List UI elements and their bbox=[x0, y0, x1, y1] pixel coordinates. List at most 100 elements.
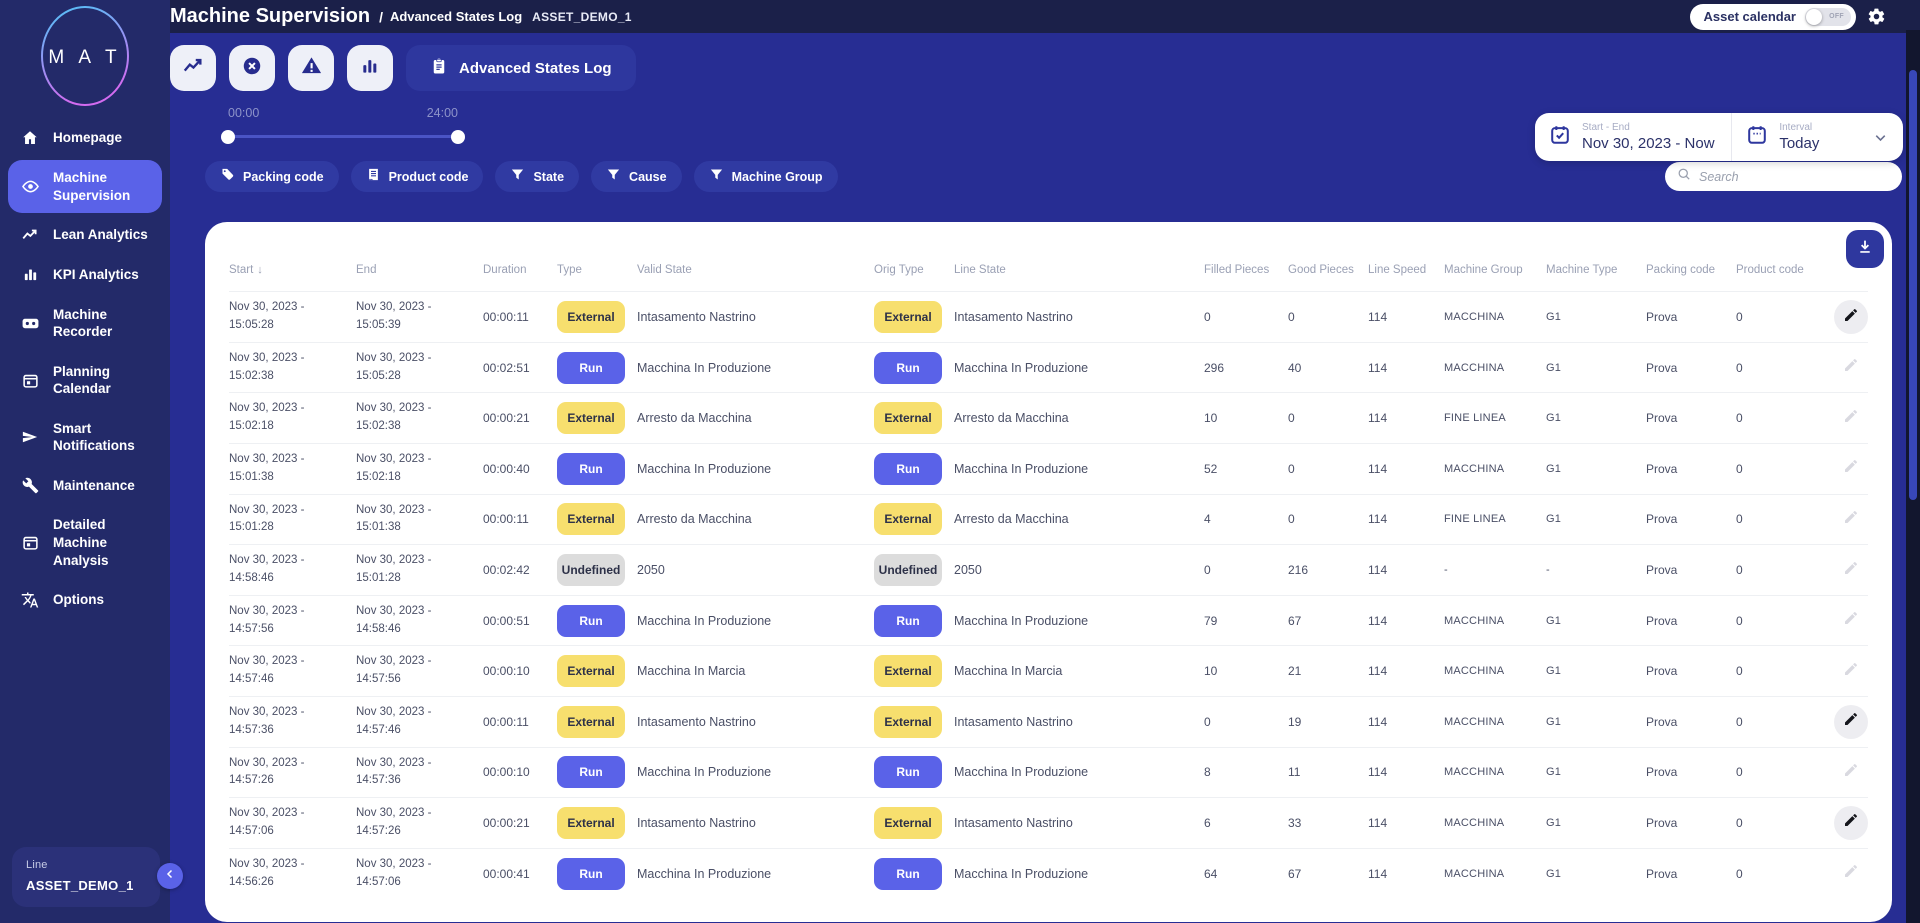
packing-code-cell: Prova bbox=[1646, 613, 1678, 628]
asset-calendar-toggle[interactable]: OFF bbox=[1805, 7, 1851, 26]
column-header-filled-pieces[interactable]: Filled Pieces bbox=[1204, 262, 1288, 279]
sidebar-item-maintenance[interactable]: Maintenance bbox=[8, 468, 162, 504]
orig-type-cell: External bbox=[874, 705, 954, 738]
filter-chip-machine-group[interactable]: Machine Group bbox=[693, 161, 838, 192]
column-header-machine-type[interactable]: Machine Type bbox=[1546, 262, 1646, 279]
home-icon bbox=[20, 129, 40, 147]
table-row[interactable]: Nov 30, 2023 -14:57:36 Nov 30, 2023 -14:… bbox=[229, 696, 1868, 747]
pencil-icon bbox=[1843, 560, 1859, 581]
machine-type-cell: G1 bbox=[1546, 513, 1562, 526]
edit-row-button[interactable] bbox=[1834, 857, 1868, 891]
product-code-cell: 0 bbox=[1736, 714, 1743, 729]
table-row[interactable]: Nov 30, 2023 -14:58:46 Nov 30, 2023 -15:… bbox=[229, 544, 1868, 595]
sidebar-item-detailed-machine-analysis[interactable]: Detailed Machine Analysis bbox=[8, 507, 162, 578]
gear-icon[interactable] bbox=[1867, 7, 1886, 26]
line-asset-value: ASSET_DEMO_1 bbox=[26, 878, 134, 893]
states-log-table-card: Start ↓ End Duration Type Valid State Ori… bbox=[205, 222, 1892, 922]
filled-pieces-cell: 296 bbox=[1204, 360, 1225, 375]
edit-row-button[interactable] bbox=[1834, 654, 1868, 688]
edit-row-button[interactable] bbox=[1834, 553, 1868, 587]
line-chart-view-button[interactable] bbox=[170, 45, 216, 91]
alarms-view-button[interactable] bbox=[288, 45, 334, 91]
sidebar-item-lean-analytics[interactable]: Lean Analytics bbox=[8, 217, 162, 253]
type-cell: External bbox=[557, 503, 637, 536]
sidebar-item-smart-notifications[interactable]: Smart Notifications bbox=[8, 411, 162, 464]
sidebar-item-homepage[interactable]: Homepage bbox=[8, 120, 162, 156]
sidebar-collapse-button[interactable] bbox=[157, 863, 183, 889]
slider-track[interactable] bbox=[221, 129, 465, 144]
column-header-start[interactable]: Start ↓ bbox=[229, 262, 356, 279]
end-cell: Nov 30, 2023 -14:57:46 bbox=[356, 705, 432, 736]
sidebar-item-planning-calendar[interactable]: Planning Calendar bbox=[8, 354, 162, 407]
type-badge: External bbox=[557, 402, 625, 435]
table-row[interactable]: Nov 30, 2023 -14:57:56 Nov 30, 2023 -14:… bbox=[229, 594, 1868, 646]
table-row[interactable]: Nov 30, 2023 -14:57:46 Nov 30, 2023 -14:… bbox=[229, 645, 1868, 696]
slider-handle-end[interactable] bbox=[451, 129, 465, 144]
search-input[interactable] bbox=[1699, 169, 1890, 184]
histogram-view-button[interactable] bbox=[347, 45, 393, 91]
interval-picker[interactable]: Interval Today bbox=[1732, 113, 1903, 161]
stops-view-button[interactable] bbox=[229, 45, 275, 91]
filter-chip-product-code[interactable]: Product code bbox=[350, 161, 484, 192]
orig-type-badge: External bbox=[874, 806, 942, 839]
column-header-valid-state[interactable]: Valid State bbox=[637, 262, 874, 279]
sidebar-item-machine-recorder[interactable]: Machine Recorder bbox=[8, 297, 162, 350]
edit-row-button[interactable] bbox=[1834, 351, 1868, 385]
pencil-icon bbox=[1843, 863, 1859, 884]
line-label: Line bbox=[26, 859, 48, 871]
filled-pieces-cell: 10 bbox=[1204, 664, 1218, 679]
table-row[interactable]: Nov 30, 2023 -15:05:28 Nov 30, 2023 -15:… bbox=[229, 291, 1868, 342]
edit-row-button[interactable] bbox=[1834, 452, 1868, 486]
column-header-type[interactable]: Type bbox=[557, 262, 637, 279]
advanced-states-log-button[interactable]: Advanced States Log bbox=[406, 45, 636, 91]
column-header-duration[interactable]: Duration bbox=[483, 262, 557, 279]
edit-row-button[interactable] bbox=[1834, 604, 1868, 638]
table-row[interactable]: Nov 30, 2023 -14:56:26 Nov 30, 2023 -14:… bbox=[229, 847, 1868, 899]
app-root: M A T Homepage Machine Supervision Lean … bbox=[0, 0, 1920, 923]
filter-chip-packing-code[interactable]: Packing code bbox=[205, 161, 339, 192]
table-row[interactable]: Nov 30, 2023 -15:01:28 Nov 30, 2023 -15:… bbox=[229, 493, 1868, 545]
sidebar-item-kpi-analytics[interactable]: KPI Analytics bbox=[8, 257, 162, 293]
type-badge: External bbox=[557, 655, 625, 688]
page-scrollbar[interactable] bbox=[1906, 30, 1920, 923]
edit-row-button[interactable] bbox=[1834, 300, 1868, 335]
column-header-line-state[interactable]: Line State bbox=[954, 262, 1204, 279]
table-row[interactable]: Nov 30, 2023 -14:57:26 Nov 30, 2023 -14:… bbox=[229, 746, 1868, 798]
table-row[interactable]: Nov 30, 2023 -15:02:38 Nov 30, 2023 -15:… bbox=[229, 341, 1868, 393]
packing-code-cell: Prova bbox=[1646, 512, 1678, 527]
filled-pieces-cell: 0 bbox=[1204, 310, 1211, 325]
column-header-line-speed[interactable]: Line Speed bbox=[1368, 262, 1444, 279]
orig-type-badge: External bbox=[874, 503, 942, 536]
column-header-product-code[interactable]: Product code bbox=[1736, 262, 1818, 279]
download-button[interactable] bbox=[1846, 230, 1884, 268]
edit-row-button[interactable] bbox=[1834, 704, 1868, 739]
calendar-icon bbox=[1746, 124, 1768, 151]
good-pieces-cell: 0 bbox=[1288, 310, 1295, 325]
date-range-panel: Start - End Nov 30, 2023 - Now Interval … bbox=[1535, 113, 1903, 161]
asset-calendar-pill[interactable]: Asset calendar OFF bbox=[1689, 3, 1856, 30]
edit-row-button[interactable] bbox=[1834, 755, 1868, 789]
column-header-machine-group[interactable]: Machine Group bbox=[1444, 262, 1546, 279]
column-header-good-pieces[interactable]: Good Pieces bbox=[1288, 262, 1368, 279]
table-row[interactable]: Nov 30, 2023 -15:02:18 Nov 30, 2023 -15:… bbox=[229, 392, 1868, 443]
column-header-packing-code[interactable]: Packing code bbox=[1646, 262, 1736, 279]
sidebar-item-options[interactable]: Options bbox=[8, 582, 162, 618]
slider-handle-start[interactable] bbox=[221, 129, 235, 144]
edit-row-button[interactable] bbox=[1834, 502, 1868, 536]
table-row[interactable]: Nov 30, 2023 -14:57:06 Nov 30, 2023 -14:… bbox=[229, 797, 1868, 848]
filter-chip-state[interactable]: State bbox=[495, 161, 580, 192]
orig-type-cell: Run bbox=[874, 756, 954, 789]
sidebar-item-machine-supervision[interactable]: Machine Supervision bbox=[8, 160, 162, 214]
start-end-picker[interactable]: Start - End Nov 30, 2023 - Now bbox=[1535, 113, 1733, 161]
edit-row-button[interactable] bbox=[1834, 805, 1868, 840]
column-header-end[interactable]: End bbox=[356, 262, 483, 279]
filter-chip-cause[interactable]: Cause bbox=[591, 161, 682, 192]
column-header-orig-type[interactable]: Orig Type bbox=[874, 262, 954, 279]
table-row[interactable]: Nov 30, 2023 -15:01:38 Nov 30, 2023 -15:… bbox=[229, 443, 1868, 494]
funnel-icon bbox=[709, 167, 724, 187]
scrollbar-thumb[interactable] bbox=[1909, 70, 1917, 500]
start-cell: Nov 30, 2023 -15:01:28 bbox=[229, 503, 305, 534]
start-cell: Nov 30, 2023 -14:57:26 bbox=[229, 756, 305, 787]
edit-row-button[interactable] bbox=[1834, 401, 1868, 435]
type-badge: External bbox=[557, 503, 625, 536]
